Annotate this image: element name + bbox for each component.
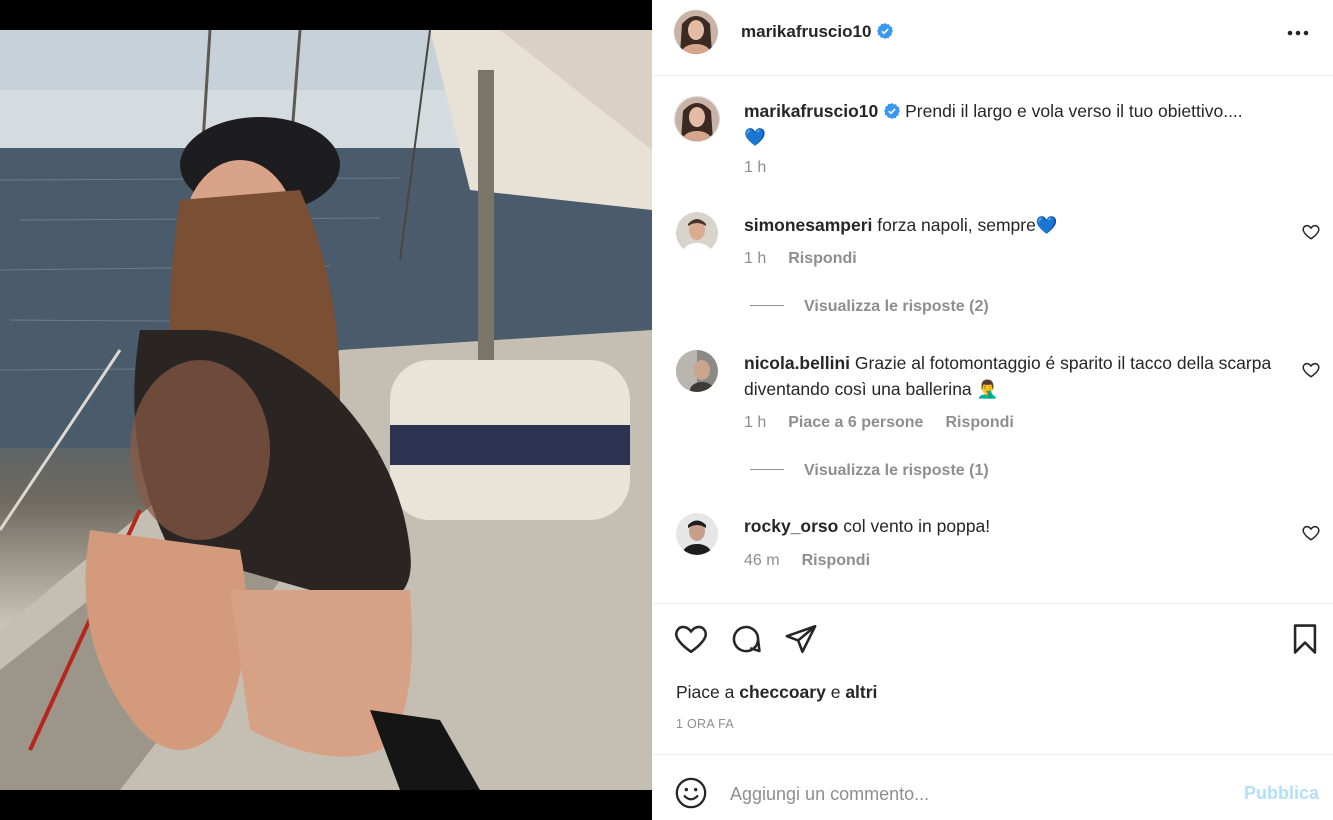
more-options-icon[interactable]	[1285, 22, 1311, 44]
comment-meta: 1 h Piace a 6 persone Rispondi	[744, 414, 1036, 432]
comment-input[interactable]	[730, 780, 1210, 808]
reply-button[interactable]: Rispondi	[788, 250, 856, 267]
post-side-panel: marikafruscio10 marikafruscio10 Prendi i…	[652, 0, 1333, 820]
reply-button[interactable]: Rispondi	[945, 414, 1013, 431]
comment-text: rocky_orso col vento in poppa!	[744, 513, 1284, 539]
comment-text: nicola.bellini Grazie al fotomontaggio é…	[744, 350, 1284, 402]
caption-username[interactable]: marikafruscio10	[744, 101, 878, 121]
publish-button[interactable]: Pubblica	[1244, 783, 1319, 804]
comment-username[interactable]: nicola.bellini	[744, 353, 850, 373]
post-actions: Piace a checcoary e altri 1 ORA FA	[652, 603, 1333, 755]
likes-user-link[interactable]: checcoary	[739, 682, 826, 702]
view-replies-label[interactable]: Visualizza le risposte (2)	[804, 298, 989, 315]
heart-icon[interactable]	[674, 622, 708, 656]
view-replies-button[interactable]: Visualizza le risposte (2)	[750, 298, 989, 316]
comment-likes-count[interactable]: Piace a 6 persone	[788, 414, 923, 431]
comment-like-heart-icon[interactable]	[1302, 524, 1320, 542]
comment-like-heart-icon[interactable]	[1302, 361, 1320, 379]
post-photo[interactable]	[0, 30, 652, 790]
likes-summary: Piace a checcoary e altri	[676, 682, 877, 703]
verified-badge-icon	[884, 103, 901, 119]
view-replies-label[interactable]: Visualizza le risposte (1)	[804, 462, 989, 479]
post-photo-illustration	[0, 30, 652, 790]
reply-button[interactable]: Rispondi	[802, 552, 870, 569]
comment-time[interactable]: 1 h	[744, 414, 766, 431]
author-username[interactable]: marikafruscio10	[741, 22, 894, 42]
likes-others-link[interactable]: altri	[845, 682, 877, 702]
post-timestamp[interactable]: 1 ORA FA	[676, 717, 734, 731]
comment-text: simonesamperi forza napoli, sempre💙	[744, 212, 1284, 238]
comment-icon[interactable]	[729, 622, 763, 656]
share-icon[interactable]	[784, 622, 818, 656]
comment-like-heart-icon[interactable]	[1302, 223, 1320, 241]
comment-meta: 46 m Rispondi	[744, 552, 892, 570]
caption: marikafruscio10 Prendi il largo e vola v…	[744, 98, 1284, 150]
post-media-pane	[0, 0, 652, 820]
replies-divider	[750, 305, 784, 306]
emoji-icon[interactable]	[674, 776, 708, 810]
comments-list: marikafruscio10 Prendi il largo e vola v…	[652, 77, 1333, 603]
comment-avatar[interactable]	[676, 350, 718, 392]
comment-avatar[interactable]	[676, 212, 718, 254]
verified-badge-icon	[877, 23, 894, 39]
comment-body: forza napoli, sempre💙	[877, 215, 1058, 235]
caption-time[interactable]: 1 h	[744, 159, 766, 176]
bookmark-icon[interactable]	[1288, 622, 1322, 656]
comment-meta: 1 h Rispondi	[744, 250, 879, 268]
author-avatar[interactable]	[674, 10, 718, 54]
comment-username[interactable]: simonesamperi	[744, 215, 872, 235]
comment-time[interactable]: 46 m	[744, 552, 780, 569]
author-username-text[interactable]: marikafruscio10	[741, 22, 871, 41]
likes-prefix: Piace a	[676, 682, 735, 702]
caption-text: Prendi il largo e vola verso il tuo obie…	[905, 101, 1243, 121]
comment-username[interactable]: rocky_orso	[744, 516, 838, 536]
post-header: marikafruscio10	[652, 0, 1333, 76]
comment-composer: Pubblica	[652, 756, 1333, 820]
caption-author-avatar[interactable]	[675, 97, 719, 141]
comment-time[interactable]: 1 h	[744, 250, 766, 267]
caption-emoji: 💙	[744, 127, 766, 147]
likes-and: e	[830, 682, 841, 702]
comment-body: col vento in poppa!	[843, 516, 991, 536]
replies-divider	[750, 469, 784, 470]
view-replies-button[interactable]: Visualizza le risposte (1)	[750, 462, 989, 480]
comment-avatar[interactable]	[676, 513, 718, 555]
caption-meta: 1 h	[744, 159, 788, 177]
